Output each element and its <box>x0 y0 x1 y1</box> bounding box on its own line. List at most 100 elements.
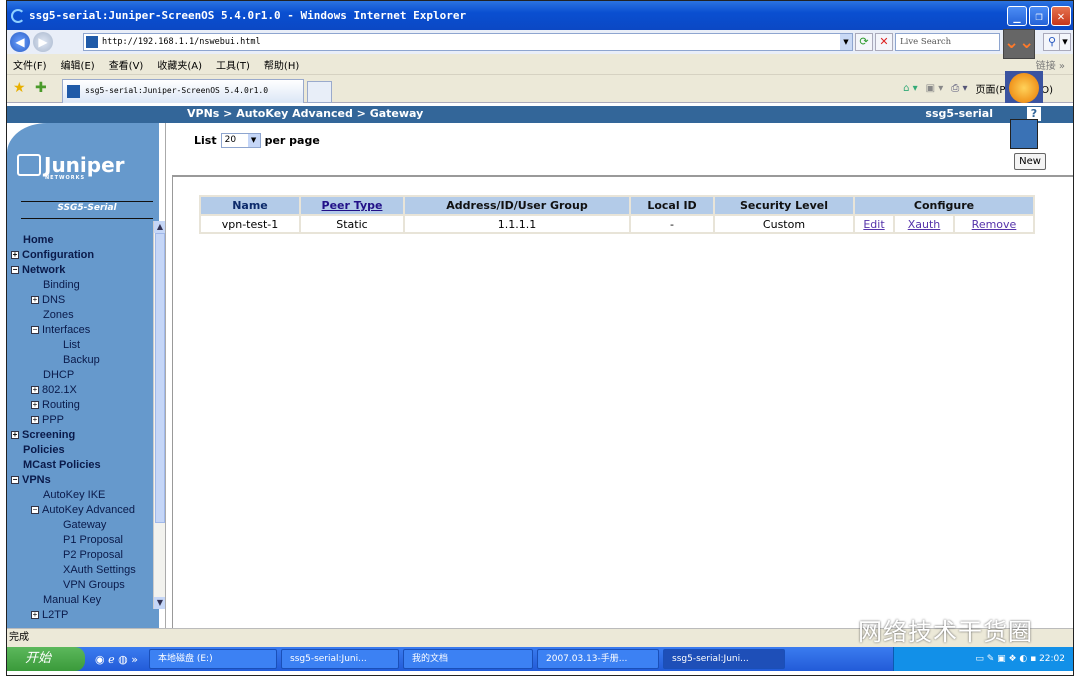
address-dropdown[interactable]: ▼ <box>840 34 852 50</box>
tray-icons[interactable]: ▭ ✎ ▣ ❖ ◐ ▪ <box>975 654 1039 664</box>
web-page: VPNs > AutoKey Advanced > Gateway ssg5-s… <box>7 103 1073 635</box>
sidebar-item-label: 802.1X <box>42 384 77 396</box>
menu-favorites[interactable]: 收藏夹(A) <box>157 57 202 72</box>
quick-launch[interactable]: ◉ ℯ ◍ » <box>85 653 145 666</box>
col-configure: Configure <box>853 195 1035 216</box>
sidebar-scrollbar[interactable]: ▲ ▼ <box>153 221 166 609</box>
stop-button[interactable]: ✕ <box>875 33 893 51</box>
expand-icon[interactable]: + <box>11 251 19 260</box>
page-header: VPNs > AutoKey Advanced > Gateway ssg5-s… <box>7 106 1073 123</box>
new-tab-button[interactable] <box>307 81 332 103</box>
sidebar-item-label: AutoKey IKE <box>43 489 106 501</box>
cell-name: vpn-test-1 <box>199 214 301 234</box>
menu-tools[interactable]: 工具(T) <box>216 57 250 72</box>
new-button[interactable]: New <box>1014 153 1046 170</box>
menu-file[interactable]: 文件(F) <box>13 57 47 72</box>
remove-link[interactable]: Remove <box>972 218 1017 231</box>
task-firefox[interactable]: ssg5-serial:Juni... <box>281 649 399 669</box>
sidebar-item-vpn-groups[interactable]: VPN Groups <box>11 578 136 593</box>
sidebar-item-manual-key[interactable]: Manual Key <box>11 593 136 608</box>
sidebar-item-ppp[interactable]: + PPP <box>11 413 136 428</box>
sidebar-item-label: Backup <box>63 354 100 366</box>
task-ie[interactable]: ssg5-serial:Juni... <box>663 649 785 669</box>
expand-icon[interactable]: + <box>31 296 39 305</box>
task-manual[interactable]: 2007.03.13-手册... <box>537 649 659 669</box>
address-input[interactable]: http://192.168.1.1/nswebui.html <box>83 33 853 51</box>
expand-icon[interactable]: + <box>31 401 39 410</box>
list-label: List <box>194 134 217 147</box>
sidebar-item-label: Gateway <box>63 519 107 531</box>
favorites-star-icon[interactable]: ★ <box>13 80 26 96</box>
refresh-button[interactable]: ⟳ <box>855 33 873 51</box>
sidebar-item-802-1x[interactable]: +802.1X <box>11 383 136 398</box>
menu-view[interactable]: 查看(V) <box>109 57 144 72</box>
sidebar-item-autokey-advanced[interactable]: − AutoKey Advanced <box>11 503 136 518</box>
minimize-button[interactable]: _ <box>1007 6 1027 26</box>
sidebar-item-p1-proposal[interactable]: P1 Proposal <box>11 533 136 548</box>
home-icon[interactable]: ⌂ ▾ <box>903 83 918 94</box>
collapse-icon[interactable]: − <box>31 326 39 335</box>
tab-ssg5[interactable]: ssg5-serial:Juniper-ScreenOS 5.4.0r1.0 <box>62 79 304 103</box>
links-button[interactable]: 链接 » <box>1036 57 1065 72</box>
expand-icon[interactable]: + <box>11 431 19 440</box>
sidebar-item-list[interactable]: List <box>11 338 136 353</box>
sidebar-item-screening[interactable]: + Screening <box>11 428 136 443</box>
menu-help[interactable]: 帮助(H) <box>264 57 299 72</box>
xauth-link[interactable]: Xauth <box>908 218 941 231</box>
restore-button[interactable]: ❐ <box>1029 6 1049 26</box>
task-my-documents[interactable]: 我的文档 <box>403 649 533 669</box>
sidebar-item-vpns[interactable]: − VPNs <box>11 473 136 488</box>
back-button[interactable]: ◀ <box>10 32 30 52</box>
col-local-id: Local ID <box>629 195 715 216</box>
sidebar-item-policies[interactable]: Policies <box>11 443 136 458</box>
gateway-panel: Name Peer Type Address/ID/User Group Loc… <box>172 175 1073 635</box>
col-peer-type[interactable]: Peer Type <box>299 195 405 216</box>
expand-icon[interactable]: + <box>31 416 39 425</box>
sidebar-item-binding[interactable]: Binding <box>11 278 136 293</box>
main-content: List 20 ▼ per page New Name Peer Type Ad… <box>165 119 1073 635</box>
menu-edit[interactable]: 编辑(E) <box>61 57 95 72</box>
start-button[interactable]: 开始 <box>7 647 85 671</box>
sidebar-item-interfaces[interactable]: − Interfaces <box>11 323 136 338</box>
sidebar-item-zones[interactable]: Zones <box>11 308 136 323</box>
sidebar-item-network[interactable]: − Network <box>11 263 136 278</box>
cell-security-level: Custom <box>713 214 855 234</box>
sidebar-item-mcast-policies[interactable]: MCast Policies <box>11 458 136 473</box>
collapse-icon[interactable]: − <box>11 476 19 485</box>
per-page-value: 20 <box>224 135 237 145</box>
edit-link[interactable]: Edit <box>863 218 884 231</box>
sidebar-item-dns[interactable]: + DNS <box>11 293 136 308</box>
feeds-icon[interactable]: ▣ ▾ <box>926 83 944 94</box>
print-icon[interactable]: ⎙ ▾ <box>951 83 967 94</box>
sidebar-item-l2tp[interactable]: + L2TP <box>11 608 136 623</box>
sidebar-item-label: VPN Groups <box>63 579 125 591</box>
sidebar-item-routing[interactable]: + Routing <box>11 398 136 413</box>
device-model: SSG5-Serial <box>57 203 117 213</box>
sort-peer-type-link[interactable]: Peer Type <box>322 199 383 212</box>
collapse-icon[interactable]: − <box>31 506 39 515</box>
search-input[interactable]: Live Search <box>895 33 1000 51</box>
per-page-select[interactable]: 20 ▼ <box>220 133 261 148</box>
sidebar-item-home[interactable]: Home <box>11 233 136 248</box>
sidebar-item-backup[interactable]: Backup <box>11 353 136 368</box>
sidebar-item-gateway[interactable]: Gateway <box>11 518 136 533</box>
cell-edit: Edit <box>853 214 895 234</box>
collapse-icon[interactable]: − <box>11 266 19 275</box>
expand-icon[interactable]: + <box>31 611 39 620</box>
clock: 22:02 <box>1039 654 1065 664</box>
sidebar-item-label: DNS <box>42 294 66 306</box>
close-button[interactable]: ✕ <box>1051 6 1071 26</box>
sidebar-item-p2-proposal[interactable]: P2 Proposal <box>11 548 136 563</box>
sidebar-item-configuration[interactable]: + Configuration <box>11 248 136 263</box>
sidebar-item-xauth-settings[interactable]: XAuth Settings <box>11 563 136 578</box>
add-favorite-icon[interactable]: ✚ <box>35 80 47 96</box>
sidebar-item-label: P2 Proposal <box>63 549 123 561</box>
scroll-thumb[interactable] <box>155 233 165 523</box>
forward-button[interactable]: ▶ <box>33 32 53 52</box>
title-bar: ssg5-serial:Juniper-ScreenOS 5.4.0r1.0 -… <box>7 1 1073 30</box>
task-drive-e[interactable]: 本地磁盘 (E:) <box>149 649 277 669</box>
sidebar-item-dhcp[interactable]: DHCP <box>11 368 136 383</box>
expand-icon[interactable]: + <box>31 386 39 395</box>
sidebar-item-autokey-ike[interactable]: AutoKey IKE <box>11 488 136 503</box>
search-options-button[interactable]: ▾ <box>1059 33 1071 51</box>
